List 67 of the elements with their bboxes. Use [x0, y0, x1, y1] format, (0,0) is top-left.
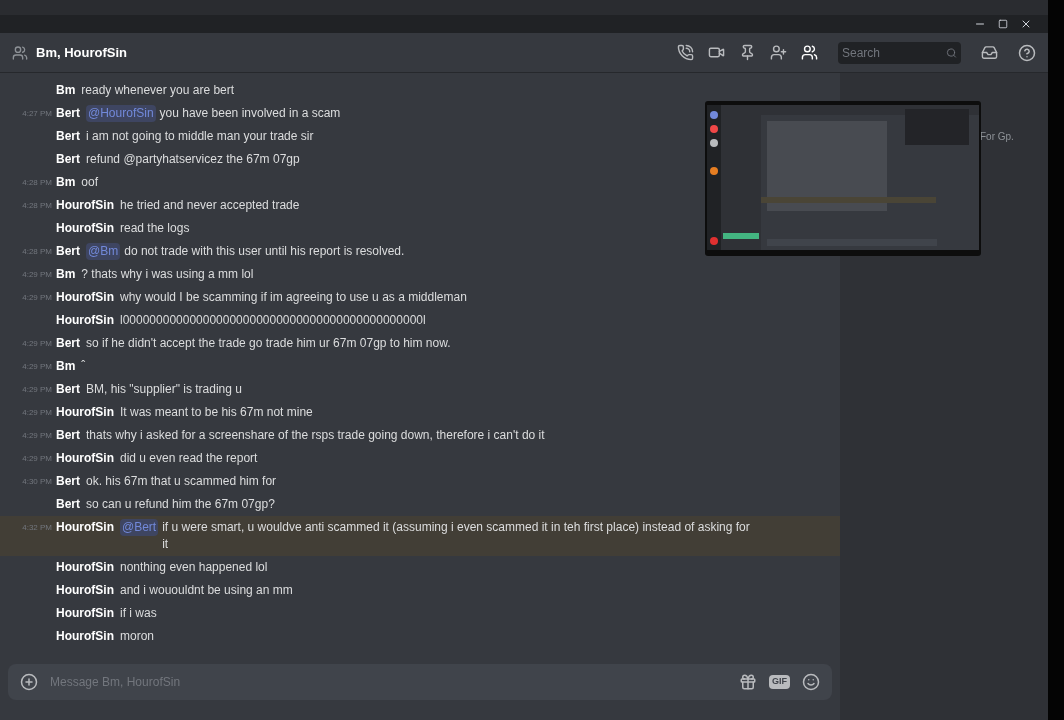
message-text: he tried and never accepted trade — [120, 197, 300, 214]
message-text: i am not going to middle man your trade sir — [86, 128, 314, 145]
author-name[interactable]: Bert — [56, 128, 80, 145]
author-name[interactable]: Bert — [56, 381, 80, 398]
message-text: l000000000000000000000000000000000000000000000l — [120, 312, 426, 329]
author-name[interactable]: Bm — [56, 174, 76, 191]
call-icon[interactable] — [677, 44, 694, 61]
author-name[interactable]: HourofSin — [56, 450, 114, 467]
inbox-icon[interactable] — [981, 44, 998, 61]
author-name[interactable]: HourofSin — [56, 220, 114, 237]
message-text: so if he didn't accept the trade go trade him ur 67m 07gp to him now. — [86, 335, 451, 352]
pin-icon[interactable] — [739, 44, 756, 61]
message-text: thats why i asked for a screenshare of the rsps trade going down, therefore i can't do it — [86, 427, 545, 444]
message-text: ok. his 67m that u scammed him for — [86, 473, 277, 490]
author-name[interactable]: HourofSin — [56, 582, 114, 599]
message-text: do not trade with this user until his report is resolved. — [124, 243, 405, 260]
author-name[interactable]: Bm — [56, 82, 76, 99]
author-name[interactable]: Bert — [56, 151, 80, 168]
message-text: why would I be scamming if im agreeing to use u as a middleman — [120, 289, 467, 306]
people-icon — [12, 44, 28, 61]
author-name[interactable]: HourofSin — [56, 519, 114, 536]
message-text: moron — [120, 628, 154, 645]
message-text: did u even read the report — [120, 450, 258, 467]
message-text: and i wououldnt be using an mm — [120, 582, 293, 599]
message-text: so can u refund him the 67m 07gp? — [86, 496, 275, 513]
channel-title: Bm, HourofSin — [36, 43, 127, 62]
search-icon — [946, 46, 957, 59]
author-name[interactable]: HourofSin — [56, 197, 114, 214]
author-name[interactable]: Bm — [56, 266, 76, 283]
author-name[interactable]: HourofSin — [56, 559, 114, 576]
author-name[interactable]: Bert — [56, 335, 80, 352]
gift-icon[interactable] — [739, 673, 757, 691]
author-name[interactable]: HourofSin — [56, 605, 114, 622]
author-name[interactable]: Bert — [56, 496, 80, 513]
search-field[interactable]: Search — [838, 41, 961, 64]
author-name[interactable]: HourofSin — [56, 404, 114, 421]
members-icon[interactable] — [801, 44, 818, 61]
search-input[interactable]: Search — [842, 43, 947, 62]
author-name[interactable]: Bm — [56, 358, 76, 375]
message-text: oof — [81, 174, 99, 191]
author-name[interactable]: HourofSin — [56, 312, 114, 329]
author-name[interactable]: HourofSin — [56, 628, 114, 645]
close-icon[interactable] — [1020, 18, 1032, 30]
help-icon[interactable] — [1018, 43, 1036, 62]
message-text: refund @partyhatservicez the 67m 07gp — [86, 151, 300, 168]
maximize-icon[interactable] — [998, 19, 1008, 29]
upload-icon[interactable] — [20, 673, 38, 691]
author-name[interactable]: Bert — [56, 473, 80, 490]
message-text: nonthing even happened lol — [120, 559, 268, 576]
emoji-icon[interactable] — [802, 673, 820, 691]
message-text: if i was — [120, 605, 157, 622]
author-name[interactable]: Bert — [56, 243, 80, 260]
author-name[interactable]: Bert — [56, 427, 80, 444]
message-text: It was meant to be his 67m not mine — [120, 404, 313, 421]
gif-button[interactable]: GIF — [769, 675, 790, 689]
message-text: you have been involved in a scam — [159, 105, 341, 122]
message-text: BM, his "supplier" is trading u — [86, 381, 242, 398]
message-text: ready whenever you are bert — [81, 82, 235, 99]
add-user-icon[interactable] — [770, 44, 787, 61]
message-text: if u were smart, u wouldve anti scammed it (assuming i even scammed it in teh first place) instead of asking for it — [162, 519, 751, 553]
message-time: 4:32 PM — [22, 523, 52, 532]
message-text: read the logs — [120, 220, 190, 237]
message-text: ? thats why i was using a mm lol — [81, 266, 254, 283]
message-text: ˆ — [81, 358, 86, 375]
member-text: For Gp. — [980, 131, 1014, 142]
author-name[interactable]: Bert — [56, 105, 80, 122]
author-name[interactable]: HourofSin — [56, 289, 114, 306]
